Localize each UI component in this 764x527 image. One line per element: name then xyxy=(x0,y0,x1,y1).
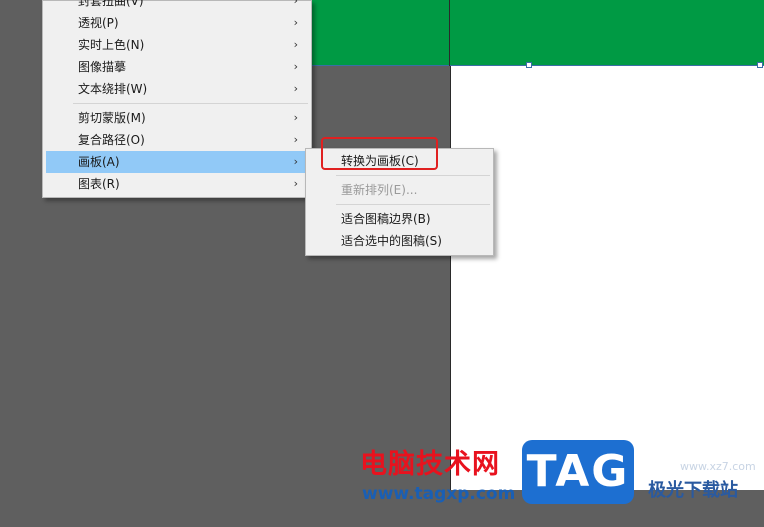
menu-separator xyxy=(73,103,308,104)
menu-item-label: 画板(A) xyxy=(78,155,120,169)
menu-item-label: 封套扭曲(V) xyxy=(78,0,144,8)
chevron-right-icon: › xyxy=(293,177,298,190)
menu-item-text-wrap[interactable]: 文本绕排(W) › xyxy=(46,78,308,100)
menu-item-label: 图像描摹 xyxy=(78,60,127,74)
menu-item-fit-artwork-bounds[interactable]: 适合图稿边界(B) xyxy=(309,208,490,230)
menu-item-artboards[interactable]: 画板(A) › xyxy=(46,151,308,173)
menu-item-label: 适合选中的图稿(S) xyxy=(341,234,442,248)
menu-item-graph[interactable]: 图表(R) › xyxy=(46,173,308,195)
object-context-menu: 封套扭曲(V) › 透视(P) › 实时上色(N) › 图像描摹 › 文本绕排(… xyxy=(42,0,312,198)
menu-item-perspective[interactable]: 透视(P) › xyxy=(46,12,308,34)
chevron-right-icon: › xyxy=(293,82,298,95)
watermark-site: 电脑技术网 www.tagxp.com xyxy=(356,440,521,510)
menu-item-envelope-distort[interactable]: 封套扭曲(V) › xyxy=(46,0,308,12)
annotation-highlight-box xyxy=(321,137,438,170)
selection-handle[interactable] xyxy=(526,62,532,68)
watermark-right-sub: www.xz7.com xyxy=(680,460,756,473)
menu-item-fit-selected-art[interactable]: 适合选中的图稿(S) xyxy=(309,230,490,252)
chevron-right-icon: › xyxy=(293,38,298,51)
artboard[interactable] xyxy=(450,0,764,490)
menu-item-label: 文本绕排(W) xyxy=(78,82,148,96)
menu-item-rearrange: 重新排列(E)... xyxy=(309,179,490,201)
menu-item-label: 实时上色(N) xyxy=(78,38,145,52)
selection-handle[interactable] xyxy=(757,62,763,68)
menu-item-compound-path[interactable]: 复合路径(O) › xyxy=(46,129,308,151)
menu-item-label: 图表(R) xyxy=(78,177,120,191)
chevron-right-icon: › xyxy=(293,133,298,146)
watermark-site-name: 电脑技术网 xyxy=(360,449,500,480)
menu-item-clipping-mask[interactable]: 剪切蒙版(M) › xyxy=(46,107,308,129)
menu-item-label: 重新排列(E)... xyxy=(341,183,418,197)
menu-item-label: 复合路径(O) xyxy=(78,133,145,147)
chevron-right-icon: › xyxy=(293,155,298,168)
chevron-right-icon: › xyxy=(293,111,298,124)
green-rectangle-shape[interactable] xyxy=(300,0,764,66)
chevron-right-icon: › xyxy=(293,0,298,7)
tag-logo-text: TAG xyxy=(526,446,630,497)
artboard-edge xyxy=(449,0,450,66)
menu-separator xyxy=(336,204,490,205)
menu-item-live-paint[interactable]: 实时上色(N) › xyxy=(46,34,308,56)
menu-item-label: 剪切蒙版(M) xyxy=(78,111,146,125)
menu-item-image-trace[interactable]: 图像描摹 › xyxy=(46,56,308,78)
chevron-right-icon: › xyxy=(293,16,298,29)
menu-item-label: 透视(P) xyxy=(78,16,119,30)
tag-logo-icon: TAG xyxy=(522,440,634,504)
watermark-url: www.tagxp.com xyxy=(362,484,516,504)
watermark-right-text: 极光下载站 xyxy=(648,480,738,501)
chevron-right-icon: › xyxy=(293,60,298,73)
menu-separator xyxy=(336,175,490,176)
menu-item-label: 适合图稿边界(B) xyxy=(341,212,431,226)
